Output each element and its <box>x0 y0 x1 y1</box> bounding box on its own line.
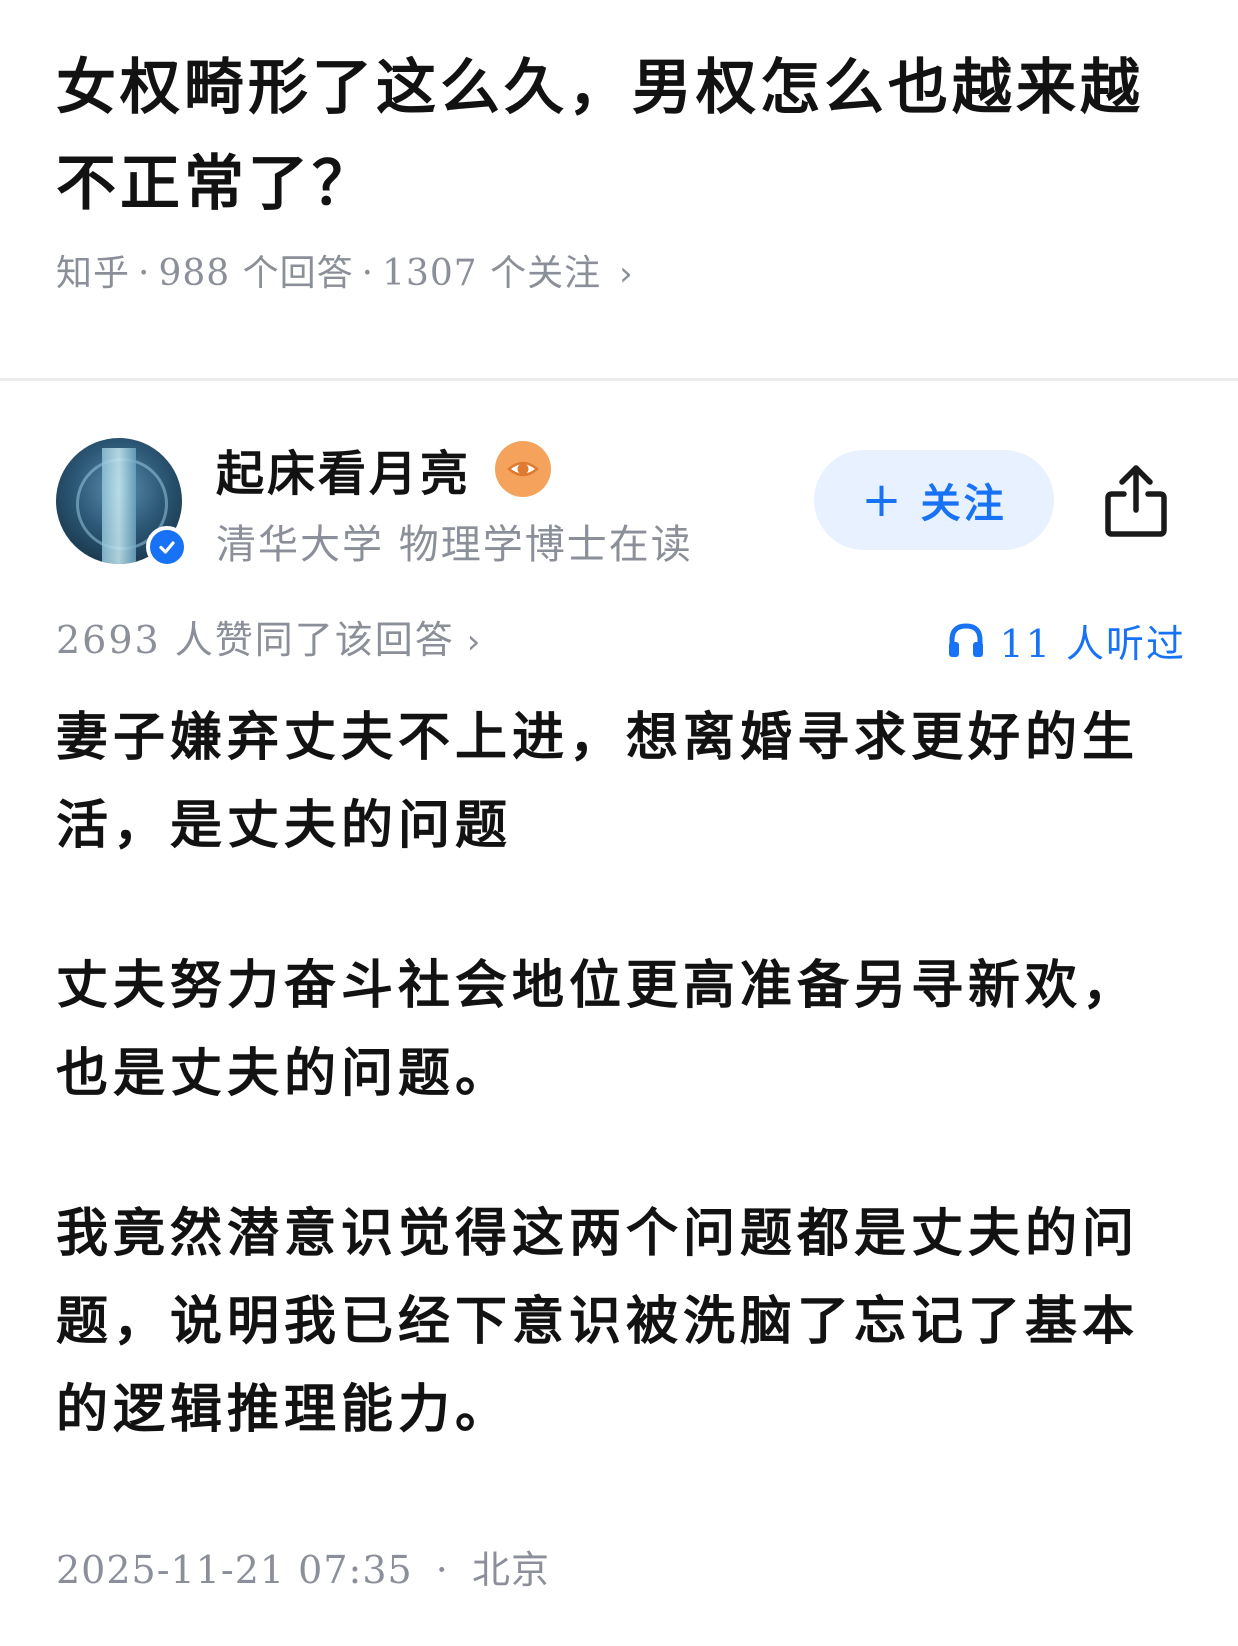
question-title[interactable]: 女权畸形了这么久，男权怎么也越来越不正常了？ <box>56 40 1186 232</box>
answer-footer: 2025-11-21 07:35 · 北京 <box>56 1542 550 1598</box>
follow-label: 关注 <box>920 480 1007 527</box>
footer-separator: · <box>435 1548 449 1592</box>
answer-paragraph: 妻子嫌弃丈夫不上进，想离婚寻求更好的生活，是丈夫的问题 <box>56 707 1140 856</box>
post-datetime: 2025-11-21 07:35 <box>56 1548 413 1592</box>
author-bio: 清华大学 物理学博士在读 <box>216 522 693 568</box>
eye-badge-icon[interactable] <box>495 441 552 497</box>
meta-separator: · <box>138 253 151 294</box>
avatar-pillar <box>102 448 136 564</box>
follower-count: 1307 个关注 <box>382 253 602 294</box>
author-card: 起床看月亮 清华大学 物理学博士在读 + 关注 <box>56 438 1186 568</box>
chevron-right-icon: › <box>466 622 483 662</box>
author-name-row: 起床看月亮 <box>216 438 552 502</box>
source-label: 知乎 <box>56 253 131 294</box>
plus-icon: + <box>861 472 905 528</box>
answer-content: 妻子嫌弃丈夫不上进，想离婚寻求更好的生活，是丈夫的问题 丈夫努力奋斗社会地位更高… <box>56 694 1186 1454</box>
listen-count: 11 人听过 <box>999 621 1186 666</box>
verified-check-icon <box>146 526 188 568</box>
question-header: 女权畸形了这么久，男权怎么也越来越不正常了？ 知乎 · 988 个回答 · 13… <box>56 40 1186 298</box>
answer-paragraph: 丈夫努力奋斗社会地位更高准备另寻新欢，也是丈夫的问题。 <box>56 955 1140 1104</box>
share-icon[interactable] <box>1100 460 1172 540</box>
question-meta[interactable]: 知乎 · 988 个回答 · 1307 个关注 › <box>56 250 1186 298</box>
chevron-right-icon: › <box>619 254 634 294</box>
answer-stats: 2693 人赞同了该回答 › 11 人听过 <box>56 612 1186 668</box>
meta-separator: · <box>361 253 375 294</box>
section-divider <box>0 378 1238 381</box>
upvote-count: 2693 人赞同了该回答 <box>56 618 455 662</box>
upvote-summary[interactable]: 2693 人赞同了该回答 › <box>56 612 482 670</box>
headphones-icon <box>948 623 983 657</box>
post-location: 北京 <box>471 1548 550 1592</box>
author-name[interactable]: 起床看月亮 <box>216 434 471 504</box>
answer-paragraph: 我竟然潜意识觉得这两个问题都是丈夫的问题，说明我已经下意识被洗脑了忘记了基本的逻… <box>56 1203 1140 1440</box>
answer-count: 988 个回答 <box>158 253 354 294</box>
listen-summary[interactable]: 11 人听过 <box>946 612 1186 668</box>
follow-button[interactable]: + 关注 <box>814 450 1054 550</box>
